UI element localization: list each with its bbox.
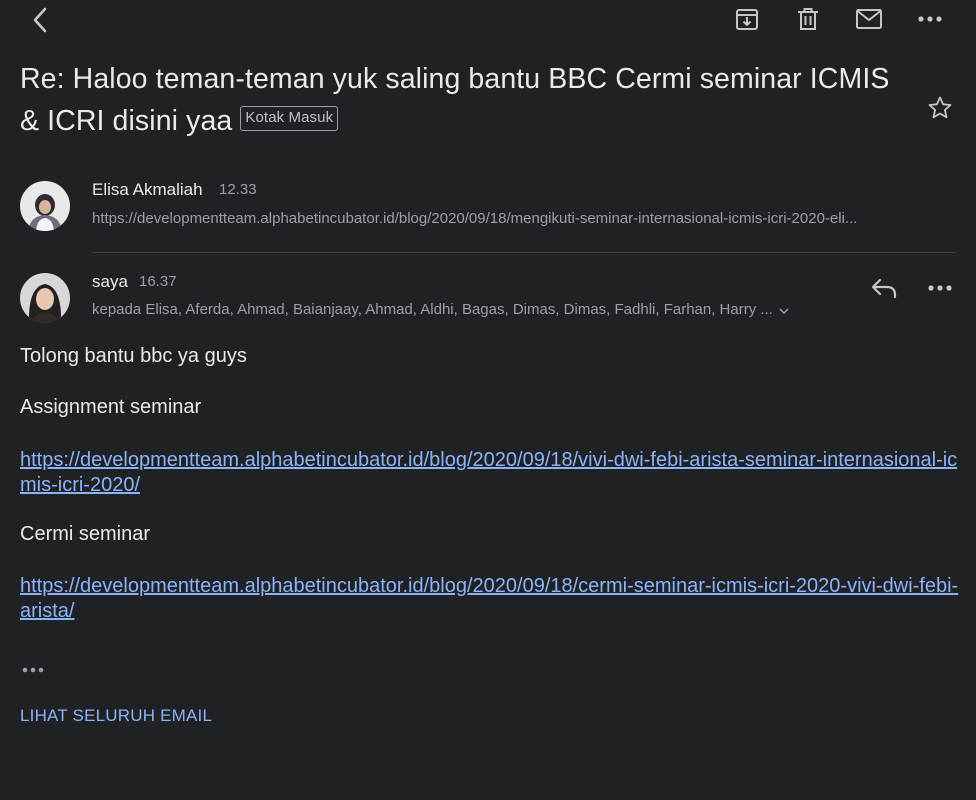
message-body-line: Tolong bantu bbc ya guys (20, 345, 247, 367)
avatar (20, 273, 70, 323)
back-button[interactable] (24, 4, 56, 36)
email-thread-view: Re: Haloo teman-teman yuk saling bantu B… (0, 0, 976, 800)
archive-icon (736, 9, 758, 30)
view-entire-email-link[interactable]: LIHAT SELURUH EMAIL (20, 706, 212, 726)
sender-name: Elisa Akmaliah (92, 180, 203, 199)
divider (92, 252, 956, 253)
delete-button[interactable] (791, 3, 825, 35)
archive-button[interactable] (730, 3, 764, 35)
more-horizontal-icon (22, 667, 44, 673)
more-horizontal-icon (918, 16, 942, 22)
show-trimmed-content-button[interactable] (20, 660, 46, 680)
subject-text: Re: Haloo teman-teman yuk saling bantu B… (20, 63, 890, 137)
message-time: 16.37 (139, 273, 177, 290)
cermi-seminar-link[interactable]: https://developmentteam.alphabetincubato… (20, 574, 960, 624)
mark-unread-button[interactable] (852, 3, 886, 35)
more-horizontal-icon (928, 285, 952, 291)
message-snippet: https://developmentteam.alphabetincubato… (92, 210, 858, 227)
avatar (20, 181, 70, 231)
star-button[interactable] (925, 93, 955, 123)
message-more-button[interactable] (923, 272, 957, 304)
email-subject: Re: Haloo teman-teman yuk saling bantu B… (20, 58, 900, 142)
message-body-heading: Assignment seminar (20, 396, 202, 418)
assignment-seminar-link[interactable]: https://developmentteam.alphabetincubato… (20, 448, 960, 498)
recipients-list: kepada Elisa, Aferda, Ahmad, Baianjaay, … (92, 301, 773, 318)
message-body-heading: Cermi seminar (20, 523, 151, 545)
inbox-label-chip[interactable]: Kotak Masuk (240, 105, 339, 131)
envelope-icon (856, 9, 882, 29)
star-icon (928, 96, 952, 119)
message-time: 12.33 (219, 181, 257, 198)
reply-icon (871, 278, 897, 299)
chevron-left-icon (33, 7, 47, 33)
recipients-toggle[interactable]: kepada Elisa, Aferda, Ahmad, Baianjaay, … (92, 301, 789, 319)
chevron-down-icon (779, 302, 789, 319)
reply-button[interactable] (867, 272, 901, 304)
trash-icon (798, 8, 818, 30)
more-options-button[interactable] (913, 3, 947, 35)
sender-name: saya (92, 272, 128, 291)
